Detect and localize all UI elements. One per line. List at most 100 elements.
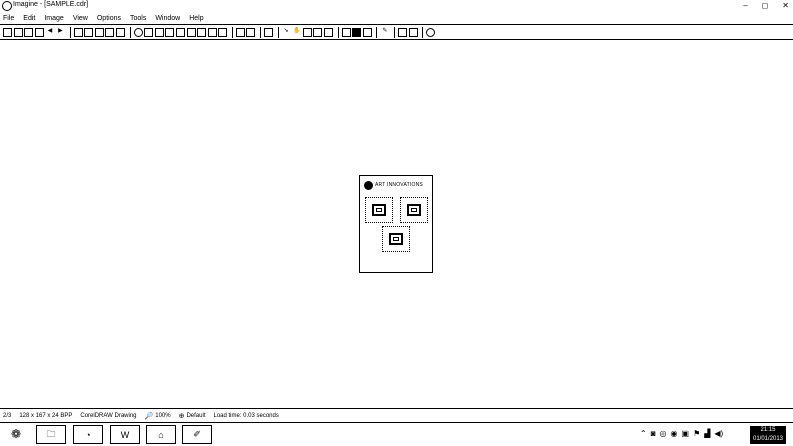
zoom-icon[interactable] [165, 27, 175, 37]
maximize-button[interactable]: ◻ [762, 1, 769, 10]
canvas-icon[interactable] [246, 27, 256, 37]
load-time: Load time: 0.03 seconds [213, 412, 279, 419]
wand-icon[interactable]: ✎ [380, 28, 389, 37]
window-controls: – ◻ ✕ [743, 1, 789, 10]
menu-bar: File Edit Image View Options Tools Windo… [0, 12, 793, 24]
plugins-icon[interactable] [408, 27, 418, 37]
undo-icon[interactable] [105, 27, 115, 37]
title-bar: Imagine - [SAMPLE.cdr] – ◻ ✕ [0, 0, 793, 12]
window-title: Imagine - [SAMPLE.cdr] [13, 1, 89, 8]
taskbar-app-browser[interactable]: ◔ [73, 425, 103, 444]
color-profile[interactable]: ⊕ Default [179, 412, 206, 420]
tray-network-icon[interactable]: ▟ [704, 429, 710, 438]
fit-window-icon[interactable] [313, 27, 323, 37]
toolbar: ◀ ▶ ➘ ✋ ✎ [0, 24, 793, 40]
open-icon[interactable] [13, 27, 23, 37]
properties-icon[interactable] [341, 27, 351, 37]
fullscreen-icon[interactable] [144, 27, 154, 37]
crop-icon[interactable] [218, 27, 228, 37]
print-icon[interactable] [34, 27, 44, 37]
image-index: 2/3 [3, 412, 12, 419]
resize-icon[interactable] [235, 27, 245, 37]
minimize-button[interactable]: – [743, 1, 747, 10]
picture-frame-thumbnail [365, 197, 393, 223]
toolbar-separator [394, 26, 395, 38]
zoom-icon: 🔎 [144, 412, 154, 420]
flip-icon[interactable] [197, 27, 207, 37]
hand-icon[interactable]: ✋ [292, 28, 301, 37]
browser-icon: ◔ [85, 429, 91, 440]
select-icon[interactable] [264, 27, 274, 37]
copy-icon[interactable] [84, 27, 94, 37]
slideshow-icon[interactable] [154, 27, 164, 37]
cut-icon[interactable] [73, 27, 83, 37]
taskbar: ❁ 🗀 ◔ W ⌂ ✐ ⌃ ◙ ◎ ◉ ▣ ⚑ ▟ ◀) 21:15 01/01… [0, 422, 793, 446]
menu-view[interactable]: View [73, 15, 88, 22]
taskbar-app-explorer[interactable]: 🗀 [36, 425, 66, 444]
toolbar-separator [337, 26, 339, 38]
about-icon[interactable] [426, 27, 436, 37]
zoom-level[interactable]: 🔎 100% [145, 412, 171, 420]
tray-app-icon[interactable]: ◙ [651, 429, 656, 438]
paint-icon: ⌂ [158, 429, 164, 440]
picture-frame-thumbnail [382, 226, 410, 252]
menu-image[interactable]: Image [44, 15, 63, 22]
settings-icon[interactable] [398, 27, 407, 37]
previous-icon[interactable]: ◀ [45, 28, 54, 37]
rotate-left-icon[interactable] [175, 27, 185, 37]
toolbar-separator [376, 26, 378, 38]
pointer-icon[interactable]: ➘ [282, 28, 291, 37]
toolbar-separator [129, 26, 131, 38]
logo-icon [364, 181, 373, 190]
toolbar-separator [69, 26, 71, 38]
profile-value: Default [186, 412, 206, 419]
save-icon[interactable] [24, 27, 34, 37]
clock-time: 21:15 [760, 427, 776, 433]
image-format: CorelDRAW Drawing [80, 412, 137, 419]
redo-icon[interactable] [115, 27, 125, 37]
toolbar-separator [231, 26, 233, 38]
imagine-app-icon [2, 1, 12, 11]
info-icon[interactable] [133, 27, 143, 37]
menu-options[interactable]: Options [97, 15, 121, 22]
paste-icon[interactable] [94, 27, 104, 37]
menu-window[interactable]: Window [155, 15, 180, 22]
start-button-icon[interactable]: ❁ [6, 426, 26, 443]
rotate-right-icon[interactable] [186, 27, 196, 37]
menu-edit[interactable]: Edit [23, 15, 35, 22]
menu-file[interactable]: File [3, 15, 14, 22]
imagine-icon: ✐ [193, 429, 201, 439]
tray-flag-icon[interactable]: ⚑ [693, 429, 700, 438]
grid-icon[interactable] [352, 27, 362, 37]
actual-size-icon[interactable] [324, 27, 334, 37]
tray-security-icon[interactable]: ◉ [671, 429, 678, 438]
document-image: ART INNOVATIONS [359, 175, 433, 273]
tray-update-icon[interactable]: ◎ [660, 429, 667, 438]
color-icon[interactable] [302, 27, 312, 37]
edit-icon[interactable] [362, 27, 372, 37]
toolbar-separator [260, 26, 262, 38]
document-header-text: ART INNOVATIONS [375, 182, 423, 188]
close-button[interactable]: ✕ [782, 1, 789, 10]
word-icon: W [120, 429, 130, 440]
profile-icon: ⊕ [178, 412, 185, 420]
menu-help[interactable]: Help [189, 15, 203, 22]
clock-date: 01/01/2013 [752, 436, 784, 442]
menu-tools[interactable]: Tools [130, 15, 146, 22]
tray-arrow-icon[interactable]: ⌃ [640, 429, 647, 438]
next-icon[interactable]: ▶ [56, 28, 65, 37]
taskbar-app-word[interactable]: W [110, 425, 140, 444]
new-icon[interactable] [3, 27, 12, 37]
taskbar-app-paint[interactable]: ⌂ [146, 425, 176, 444]
zoom-value: 100% [155, 412, 171, 419]
image-dimensions: 128 x 167 x 24 BPP [19, 412, 73, 419]
folder-icon: 🗀 [46, 428, 56, 439]
status-bar: 2/3 128 x 167 x 24 BPP CorelDRAW Drawing… [0, 408, 793, 422]
toolbar-separator [277, 26, 279, 38]
tray-device-icon[interactable]: ▣ [682, 429, 690, 438]
taskbar-app-imagine[interactable]: ✐ [182, 425, 212, 444]
mirror-icon[interactable] [207, 27, 217, 37]
clock[interactable]: 21:15 01/01/2013 [750, 426, 786, 444]
picture-frame-thumbnail [400, 197, 428, 223]
tray-volume-icon[interactable]: ◀) [714, 429, 723, 438]
